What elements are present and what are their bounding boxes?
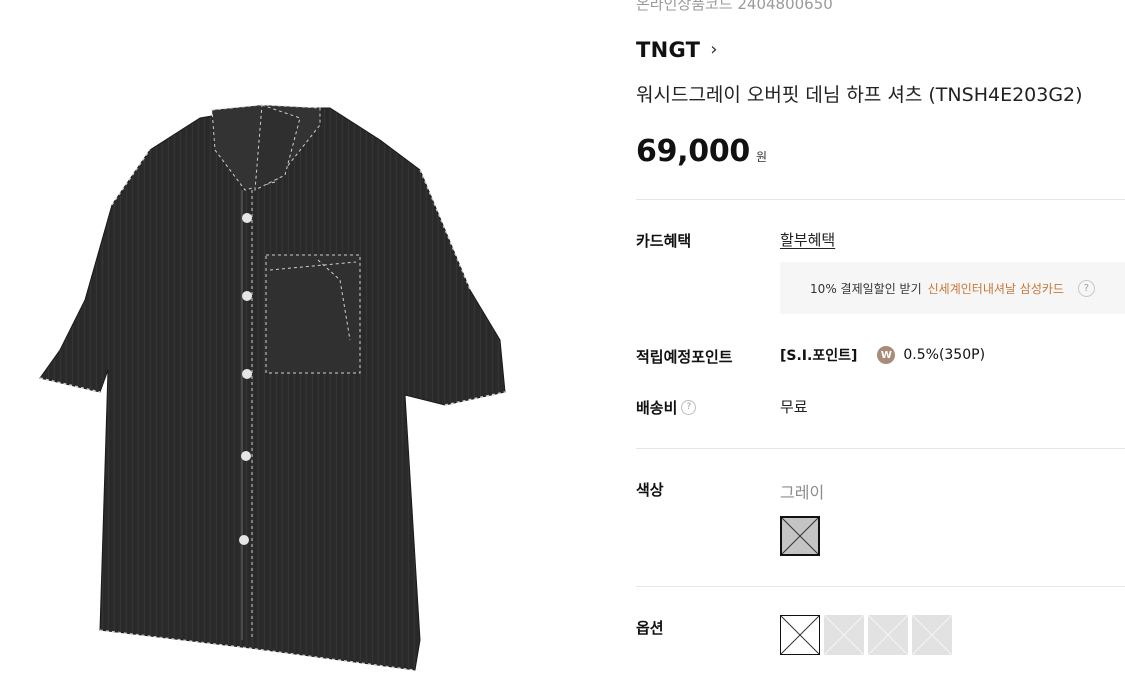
shipping-label: 배송비 ?: [636, 397, 697, 418]
installment-benefit-link[interactable]: 할부혜택: [780, 229, 835, 250]
color-swatch-gray[interactable]: [780, 516, 820, 556]
shipping-value: 무료: [780, 398, 808, 416]
color-label-text: 색상: [636, 481, 664, 499]
option-swatch-4[interactable]: [912, 615, 952, 655]
color-label: 색상: [636, 479, 664, 500]
price-unit: 원: [755, 150, 768, 164]
product-image[interactable]: [0, 0, 560, 683]
shipping-label-text: 배송비: [636, 399, 678, 417]
points-label-text: 적립예정포인트: [636, 348, 733, 366]
chevron-right-icon[interactable]: ›: [710, 41, 717, 59]
price-value: 69,000: [636, 134, 750, 169]
product-code: 온라인상품코드 2404800650: [636, 0, 833, 13]
card-benefit-text: 10% 결제일할인 받기: [810, 281, 922, 296]
option-swatch-1[interactable]: [780, 615, 820, 655]
card-benefit-highlight[interactable]: 신세계인터내셔날 삼성카드: [928, 280, 1064, 297]
card-benefit-label: 카드혜택: [636, 230, 691, 251]
divider: [636, 199, 1125, 200]
help-icon[interactable]: ?: [1077, 279, 1095, 297]
product-detail-page: 온라인상품코드 2404800650 TNGT › 워시드그레이 오버핏 데님 …: [0, 0, 1125, 683]
divider: [636, 586, 1125, 587]
card-benefit-label-text: 카드혜택: [636, 232, 692, 250]
option-label-text: 옵션: [636, 619, 664, 637]
point-coin-icon: W: [877, 346, 896, 364]
product-info-panel: 온라인상품코드 2404800650 TNGT › 워시드그레이 오버핏 데님 …: [636, 0, 1125, 683]
brand-link[interactable]: TNGT ›: [636, 38, 718, 62]
selected-color-name: 그레이: [780, 483, 825, 502]
denim-shirt-image: [39, 104, 506, 671]
points-value: 0.5%(350P): [903, 347, 986, 363]
brand-name[interactable]: TNGT: [636, 38, 700, 62]
price: 69,000 원: [636, 134, 767, 169]
points-tag: [S.I.포인트]: [780, 348, 858, 364]
product-name: 워시드그레이 오버핏 데님 하프 셔츠 (TNSH4E203G2): [636, 84, 1083, 106]
option-label: 옵션: [636, 617, 664, 638]
points-info: [S.I.포인트] W 0.5%(350P): [780, 345, 985, 365]
help-icon[interactable]: ?: [681, 400, 697, 415]
points-label: 적립예정포인트: [636, 346, 733, 367]
card-benefit-box: 10% 결제일할인 받기 신세계인터내셔날 삼성카드 ?: [780, 262, 1125, 314]
option-swatch-3[interactable]: [868, 615, 908, 655]
divider: [636, 448, 1125, 449]
option-swatch-2[interactable]: [824, 615, 864, 655]
